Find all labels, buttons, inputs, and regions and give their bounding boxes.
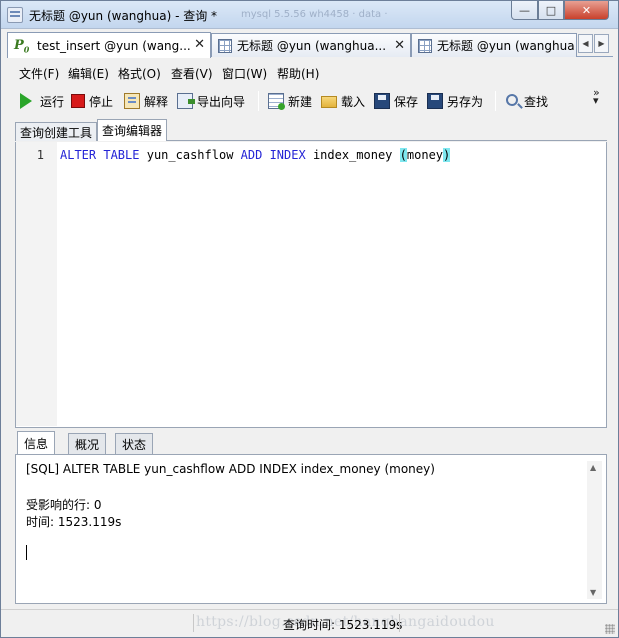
tab-info[interactable]: 信息 [17,431,56,455]
doc-tab-test-insert[interactable]: P0 test_insert @yun (wang... ✕ [7,32,211,58]
doc-tab-label: 无标题 @yun (wanghua... [237,39,387,53]
message-panel[interactable]: [SQL] ALTER TABLE yun_cashflow ADD INDEX… [15,454,607,604]
folder-icon [321,96,337,108]
toolbar-separator [258,91,259,111]
new-query-button[interactable]: 新建 [268,91,312,111]
text-caret [26,545,27,560]
tab-query-builder[interactable]: 查询创建工具 [15,122,98,141]
minimize-button[interactable]: — [511,1,538,20]
line-number: 1 [36,148,44,162]
sql-keyword: ADD [240,148,263,162]
find-button[interactable]: 查找 [506,91,548,111]
new-query-icon [268,93,285,110]
play-icon [20,93,32,109]
export-wizard-button[interactable]: 导出向导 [177,91,245,111]
save-as-label: 另存为 [447,94,484,109]
arrow-left-icon: ◀ [582,39,589,48]
explain-icon [124,93,140,109]
run-label: 运行 [40,94,65,109]
explain-button[interactable]: 解释 [124,91,168,111]
doc-tab-untitled-1[interactable]: 无标题 @yun (wanghua... ✕ [211,33,411,57]
minimize-icon: — [519,3,530,17]
explain-label: 解释 [144,94,169,109]
stop-icon [71,94,85,108]
run-button[interactable]: 运行 [18,91,64,111]
doc-tab-label: test_insert @yun (wang... [37,38,191,53]
doc-tab-untitled-2[interactable]: 无标题 @yun (wanghua [411,33,577,57]
window-title: 无标题 @yun (wanghua) - 查询 * [29,9,218,23]
p0-icon: P0 [14,37,30,55]
query-grid-icon [218,38,232,53]
code-line[interactable]: ALTER TABLE yun_cashflow ADD INDEX index… [60,148,451,162]
save-as-icon [427,93,443,109]
sql-identifier: index_money [312,148,393,162]
sql-keyword: INDEX [269,148,306,162]
menu-help[interactable]: 帮助(H) [277,65,319,82]
export-icon [177,93,195,109]
menu-file[interactable]: 文件(F) [19,65,59,82]
resize-grip-icon[interactable] [605,624,615,634]
menu-window[interactable]: 窗口(W) [222,65,267,82]
matched-paren: ( [399,148,407,162]
save-as-button[interactable]: 另存为 [427,91,483,111]
sql-keyword: TABLE [103,148,140,162]
sql-message: [SQL] ALTER TABLE yun_cashflow ADD INDEX… [26,462,435,476]
tab-profile[interactable]: 概况 [68,433,107,455]
title-faded-text: mysql 5.5.56 wh4458 · data · [241,9,388,19]
menu-edit[interactable]: 编辑(E) [68,65,109,82]
sql-keyword: ALTER [60,148,97,162]
save-button[interactable]: 保存 [374,91,418,111]
menu-view[interactable]: 查看(V) [171,65,213,82]
doc-tab-label: 无标题 @yun (wanghua [437,39,575,53]
export-wizard-label: 导出向导 [197,94,246,109]
status-bar: https://blog.csdn.net/hanghangaidoudou 查… [1,609,618,637]
query-time-status: 查询时间: 1523.119s [283,618,403,632]
query-grid-icon [418,38,432,53]
magnifier-icon [506,94,518,106]
sql-identifier: yun_cashflow [146,148,234,162]
find-label: 查找 [524,94,549,109]
menu-format[interactable]: 格式(O) [118,65,161,82]
close-button[interactable]: ✕ [564,1,609,20]
toolbar-separator [495,91,496,111]
sql-editor[interactable]: 1 ALTER TABLE yun_cashflow ADD INDEX ind… [15,142,607,428]
arrow-right-icon: ▶ [598,39,605,48]
stop-button[interactable]: 停止 [71,91,113,111]
scroll-down-icon[interactable]: ▼ [590,588,596,597]
close-tab-icon[interactable]: ✕ [194,37,205,52]
execution-time-text: 时间: 1523.119s [26,515,122,529]
tab-scroll-right-button[interactable]: ▶ [594,34,609,53]
vertical-scrollbar[interactable]: ▲ ▼ [587,461,602,599]
line-gutter: 1 [16,142,57,426]
load-button[interactable]: 载入 [321,91,365,111]
app-window: 无标题 @yun (wanghua) - 查询 * mysql 5.5.56 w… [0,0,619,638]
toolbar: 运行 停止 解释 导出向导 新建 载入 保存 另存为 查找 » ▾ [1,87,618,114]
scroll-up-icon[interactable]: ▲ [590,463,596,472]
status-separator [193,614,194,632]
save-label: 保存 [394,94,419,109]
tab-query-editor[interactable]: 查询编辑器 [97,119,168,141]
stop-label: 停止 [89,94,114,109]
load-label: 载入 [341,94,366,109]
query-app-icon [7,7,23,23]
affected-rows-text: 受影响的行: 0 [26,498,102,512]
tab-status[interactable]: 状态 [115,433,154,455]
status-separator [399,614,400,632]
menu-bar: 文件(F) 编辑(E) 格式(O) 查看(V) 窗口(W) 帮助(H) [1,62,618,84]
toolbar-overflow-icon[interactable]: » ▾ [593,87,600,106]
tab-scroll-left-button[interactable]: ◀ [578,34,593,53]
title-bar: 无标题 @yun (wanghua) - 查询 * mysql 5.5.56 w… [1,1,618,29]
result-tabs: 信息 概况 状态 [15,431,607,455]
maximize-button[interactable]: □ [538,1,564,20]
sql-identifier: money [406,148,444,162]
document-tab-bar: P0 test_insert @yun (wang... ✕ 无标题 @yun … [7,32,613,58]
maximize-icon: □ [545,3,557,17]
close-icon: ✕ [581,3,592,17]
save-icon [374,93,390,109]
new-label: 新建 [288,94,313,109]
matched-paren: ) [443,148,451,162]
close-tab-icon[interactable]: ✕ [394,38,405,53]
query-mode-tabs: 查询创建工具 查询编辑器 [15,119,607,141]
